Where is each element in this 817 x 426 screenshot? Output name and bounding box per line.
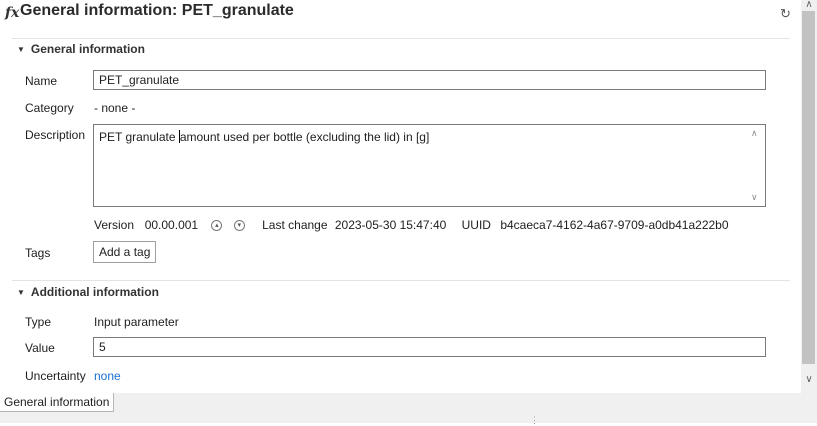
- version-row: Version 00.00.001 ▴ ▾ Last change 2023-0…: [94, 218, 729, 232]
- category-value: - none -: [94, 101, 136, 115]
- type-label: Type: [25, 315, 52, 329]
- tab-general-information[interactable]: General information: [0, 393, 115, 412]
- last-change-value: 2023-05-30 15:47:40: [334, 218, 447, 232]
- value-field[interactable]: 5: [93, 337, 766, 357]
- uuid-value: b4caeca7-4162-4a67-9709-a0db41a222b0: [500, 218, 729, 232]
- value-label: Value: [25, 341, 55, 355]
- description-text-end: amount used per bottle (excluding the li…: [179, 130, 430, 144]
- version-down-icon[interactable]: ▾: [233, 220, 245, 232]
- version-label: Version: [94, 218, 135, 232]
- section-title: General information: [30, 42, 145, 56]
- uncertainty-label: Uncertainty: [25, 369, 86, 383]
- tags-label: Tags: [25, 246, 51, 260]
- scrollbar-thumb[interactable]: [802, 11, 815, 364]
- name-label: Name: [25, 74, 58, 88]
- uuid-label: UUID: [461, 218, 491, 232]
- general-information-section-toggle[interactable]: ▼ General information: [17, 42, 145, 56]
- version-value: 00.00.001: [144, 218, 199, 232]
- scroll-up-icon[interactable]: ∧: [801, 0, 817, 10]
- section-divider: [12, 38, 790, 39]
- add-tag-button[interactable]: Add a tag: [93, 241, 157, 263]
- description-field[interactable]: PET granulate amount used per bottle (ex…: [93, 124, 766, 207]
- additional-information-section-toggle[interactable]: ▼ Additional information: [17, 285, 159, 299]
- version-up-icon[interactable]: ▴: [211, 220, 223, 232]
- collapse-triangle-icon: ▼: [17, 288, 25, 297]
- uncertainty-link[interactable]: none: [94, 369, 121, 383]
- name-field[interactable]: PET_granulate: [93, 70, 766, 90]
- editor-tab-bar: [0, 393, 817, 423]
- page-title: General information: PET_granulate: [20, 2, 294, 19]
- function-icon: fx: [5, 5, 20, 21]
- editor-header: fx General information: PET_granulate ↻: [0, 0, 801, 28]
- last-change-label: Last change: [262, 218, 328, 232]
- refresh-icon[interactable]: ↻: [780, 7, 791, 21]
- section-divider: [12, 280, 790, 281]
- description-text-start: PET granulate: [99, 130, 179, 144]
- scroll-down-icon[interactable]: ∨: [801, 373, 817, 387]
- category-label: Category: [25, 101, 74, 115]
- resize-grip-icon[interactable]: ⋮: [530, 415, 539, 426]
- textarea-scroll-up-icon[interactable]: ∧: [751, 128, 758, 139]
- textarea-scroll-down-icon[interactable]: ∨: [751, 192, 758, 203]
- type-value: Input parameter: [94, 315, 179, 329]
- section-title: Additional information: [30, 285, 159, 299]
- collapse-triangle-icon: ▼: [17, 45, 25, 54]
- description-label: Description: [25, 128, 86, 142]
